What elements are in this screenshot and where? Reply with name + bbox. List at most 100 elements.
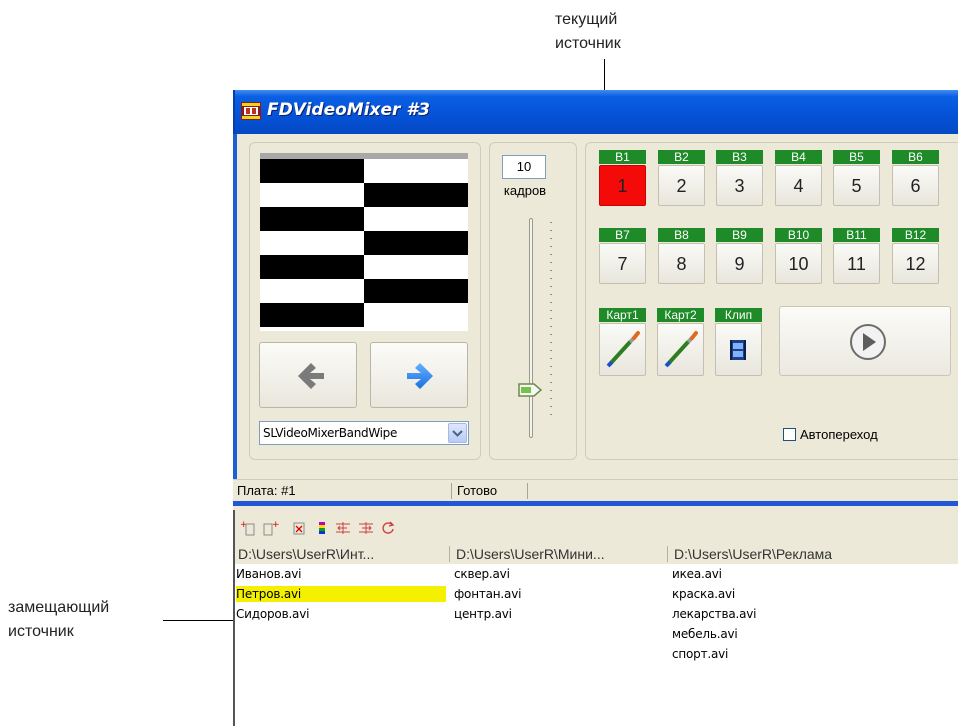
transition-preview [260,153,468,331]
column-header-2[interactable]: D:\Users\UserR\Мини... [451,544,669,564]
source-10: B10 10 [775,228,822,284]
auto-transition-checkbox[interactable] [783,428,796,441]
preview-band [260,255,364,279]
svg-text:+: + [272,520,279,530]
playlist-file[interactable]: краска.avi [672,586,735,602]
source-button-5[interactable]: 5 [833,165,880,206]
source-11: B11 11 [833,228,880,284]
preview-band [364,279,468,303]
status-board: Плата: #1 [237,483,296,498]
color-icon[interactable] [314,520,330,536]
source-4: B4 4 [775,150,822,206]
source-label: B4 [775,150,822,164]
source-button-1[interactable]: 1 [599,165,646,206]
frames-slider-track[interactable] [529,218,533,438]
source-3: B3 3 [716,150,763,206]
play-button[interactable] [779,306,951,376]
column-header-3[interactable]: D:\Users\UserR\Реклама [669,544,958,564]
playlist-file[interactable]: Петров.avi [236,586,446,602]
playlist-file[interactable]: икеа.avi [672,566,722,582]
column-header-1[interactable]: D:\Users\UserR\Инт... [233,544,451,564]
extra-source-label: Карт1 [599,308,646,322]
frames-slider-thumb[interactable] [518,383,542,397]
source-button-4[interactable]: 4 [775,165,822,206]
mixer-window: FDVideoMixer #3 SLVideoMixerBandWipe 10 [233,90,958,726]
source-label: B1 [599,150,646,164]
source-9: B9 9 [716,228,763,284]
auto-transition-label: Автопереход [800,427,878,442]
source-button-6[interactable]: 6 [892,165,939,206]
next-effect-button[interactable] [370,342,468,408]
source-button-12[interactable]: 12 [892,243,939,284]
source-label: B8 [658,228,705,242]
film-icon [730,340,746,360]
source-button-11[interactable]: 11 [833,243,880,284]
selected-effect: SLVideoMixerBandWipe [263,426,398,440]
source-6: B6 6 [892,150,939,206]
arrow-left-icon [298,363,324,389]
source-label: B10 [775,228,822,242]
playlist-file[interactable]: Сидоров.avi [236,606,309,622]
playlist-toolbar: + + [233,506,958,544]
source-1: B1 1 [599,150,646,206]
preview-band [260,207,364,231]
source-button-2[interactable]: 2 [658,165,705,206]
status-separator [527,483,528,499]
column-separator [667,546,668,562]
source-button-10[interactable]: 10 [775,243,822,284]
frames-slider-ticks [550,222,552,422]
previous-effect-button[interactable] [259,342,357,408]
dropdown-button[interactable] [448,423,467,443]
source-5: B5 5 [833,150,880,206]
chevron-down-icon [452,430,463,437]
annotation-line: текущий [555,11,618,28]
source-button-7[interactable]: 7 [599,243,646,284]
annotation-replacement-source: замещающий источник [8,596,109,644]
add-file-icon[interactable]: + [263,520,279,536]
film-app-icon [241,102,261,120]
extra-source-3: Клип [715,308,762,376]
playlist-file[interactable]: центр.avi [454,606,512,622]
playlist-file[interactable]: Иванов.avi [236,566,301,582]
source-label: B11 [833,228,880,242]
playlist-file[interactable]: фонтан.avi [454,586,521,602]
transition-effect-select[interactable]: SLVideoMixerBandWipe [259,421,469,445]
source-button-9[interactable]: 9 [716,243,763,284]
playlist-file[interactable]: сквер.avi [454,566,510,582]
source-button-8[interactable]: 8 [658,243,705,284]
source-button-3[interactable]: 3 [716,165,763,206]
source-2: B2 2 [658,150,705,206]
source-label: B3 [716,150,763,164]
refresh-icon[interactable] [380,520,396,536]
source-label: B12 [892,228,939,242]
add-playlist-icon[interactable]: + [240,520,256,536]
frames-count-input[interactable]: 10 [502,155,546,179]
move-right-icon[interactable] [358,520,374,536]
brush-icon [664,331,698,368]
preview-band [364,183,468,207]
extra-source-2: Карт2 [657,308,704,376]
move-left-icon[interactable] [335,520,351,536]
annotation-line: источник [8,623,74,640]
extra-source-button-3[interactable] [715,323,762,376]
playlist-file[interactable]: спорт.avi [672,646,728,662]
source-12: B12 12 [892,228,939,284]
annotation-line: источник [555,35,621,52]
extra-source-button-2[interactable] [657,323,704,376]
status-state: Готово [457,483,498,498]
playlist-file[interactable]: лекарства.avi [672,606,756,622]
status-bar: Плата: #1 Готово [233,479,958,502]
frames-label: кадров [503,183,547,198]
extra-source-button-1[interactable] [599,323,646,376]
arrow-right-icon [407,363,433,389]
extra-source-label: Карт2 [657,308,704,322]
delete-icon[interactable] [291,520,307,536]
column-separator [449,546,450,562]
window-title: FDVideoMixer #3 [267,100,430,120]
preview-band [364,231,468,255]
source-label: B5 [833,150,880,164]
source-7: B7 7 [599,228,646,284]
playlist-file[interactable]: мебель.avi [672,626,738,642]
title-bar[interactable]: FDVideoMixer #3 [233,90,958,134]
preview-band [260,303,364,327]
